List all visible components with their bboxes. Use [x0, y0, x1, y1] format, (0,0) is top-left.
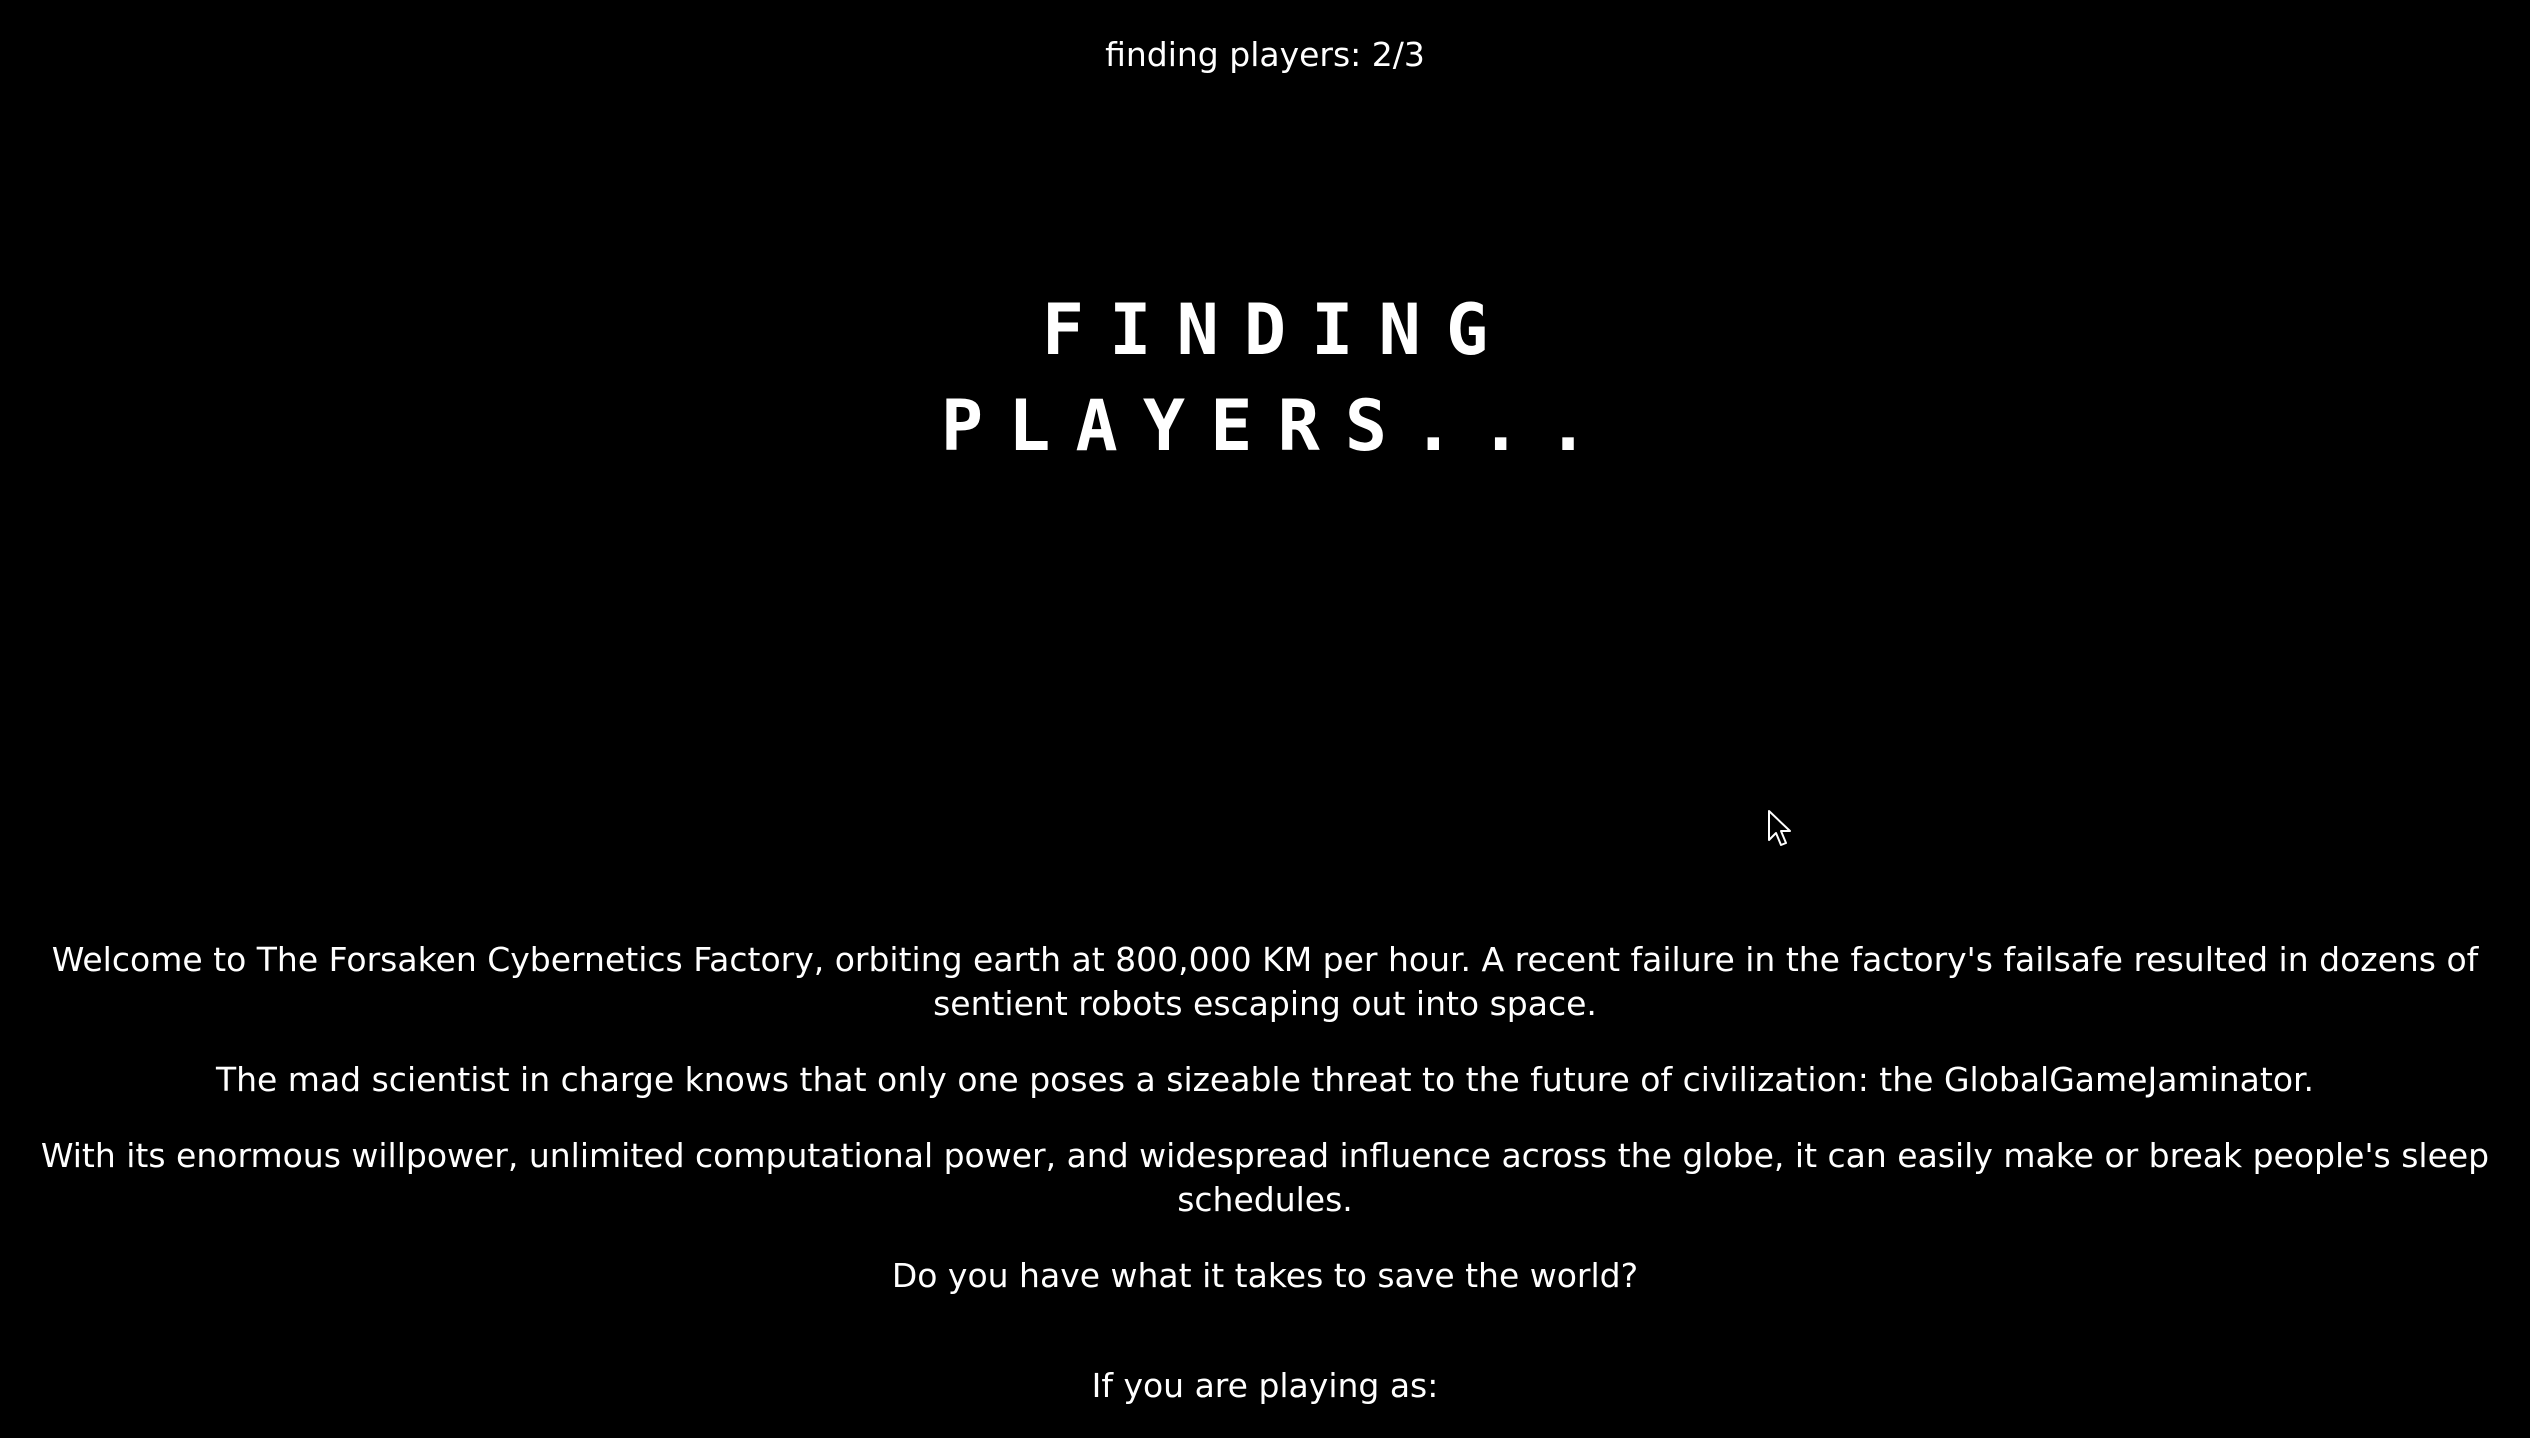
title-line-2: PLAYERS...: [940, 385, 1615, 467]
story-paragraph: With its enormous willpower, unlimited c…: [40, 1136, 2490, 1219]
story-text: Welcome to The Forsaken Cybernetics Fact…: [0, 938, 2530, 1330]
game-screen: finding players: 2/3 FINDING PLAYERS... …: [0, 0, 2530, 1438]
story-paragraph: The mad scientist in charge knows that o…: [215, 1060, 2315, 1099]
story-paragraph: Do you have what it takes to save the wo…: [891, 1256, 1639, 1295]
playing-as-prompt: If you are playing as:: [1091, 1366, 1439, 1405]
player-count-status: finding players: 2/3: [1105, 35, 1425, 74]
story-paragraph: Welcome to The Forsaken Cybernetics Fact…: [51, 940, 2479, 1023]
mouse-pointer-icon: [1768, 810, 1791, 846]
finding-players-title: FINDING PLAYERS...: [0, 282, 2530, 474]
title-line-1: FINDING: [1041, 289, 1514, 371]
